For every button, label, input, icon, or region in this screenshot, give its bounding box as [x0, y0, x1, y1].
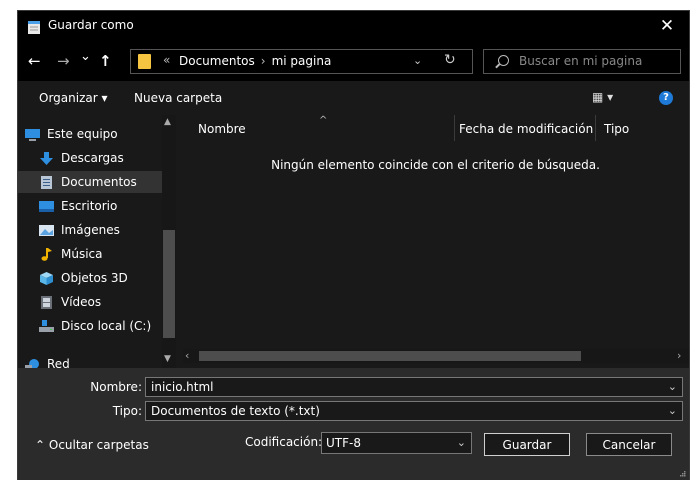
- pictures-icon: [39, 224, 54, 236]
- scrollbar-thumb[interactable]: [199, 351, 581, 361]
- help-icon: ?: [663, 92, 669, 103]
- save-as-dialog: Guardar como ✕ ← → ⌄ ↑ « Documentos › mi p…: [17, 10, 690, 480]
- videos-icon: [41, 295, 52, 309]
- search-input[interactable]: Buscar en mi pagina: [519, 54, 642, 68]
- chevron-down-icon: ⌄: [413, 54, 423, 67]
- scroll-up-icon[interactable]: ▲: [164, 117, 171, 127]
- navigation-pane-scrollbar[interactable]: ▲ ▼: [162, 115, 176, 368]
- encoding-value: UTF-8: [326, 436, 361, 450]
- file-list[interactable]: Nombre ^ Fecha de modificación Tipo Ning…: [182, 115, 689, 368]
- view-icon: ▦ ▾: [592, 90, 614, 104]
- back-button[interactable]: ←: [28, 52, 41, 70]
- computer-icon: [25, 128, 40, 141]
- address-dropdown-button[interactable]: ⌄: [413, 54, 422, 67]
- objects-3d-icon: [40, 271, 53, 285]
- navigation-bar: ← → ⌄ ↑ « Documentos › mi pagina ⌄ ↻ Busca…: [18, 41, 689, 81]
- column-divider[interactable]: [454, 115, 455, 141]
- chevron-down-icon[interactable]: ⌄: [668, 380, 677, 393]
- navigation-pane: Este equipo Descargas Documentos Escrito…: [18, 115, 178, 371]
- column-header-nombre[interactable]: Nombre: [198, 122, 246, 136]
- help-button[interactable]: ?: [659, 91, 673, 105]
- save-options-panel: Nombre: inicio.html ⌄ Tipo: Documentos d…: [18, 368, 689, 480]
- chevron-down-icon: ⌄: [80, 49, 91, 64]
- scrollbar-thumb[interactable]: [163, 230, 175, 338]
- sidebar-item-este-equipo[interactable]: Este equipo: [25, 123, 169, 145]
- refresh-button[interactable]: ↻: [444, 52, 456, 68]
- breadcrumb-overflow[interactable]: «: [163, 53, 170, 67]
- file-type-value: Documentos de texto (*.txt): [151, 404, 320, 418]
- filename-label: Nombre:: [90, 380, 142, 394]
- encoding-select[interactable]: UTF-8 ⌄: [321, 432, 472, 454]
- local-disk-icon: [39, 319, 54, 332]
- chevron-down-icon[interactable]: ⌄: [668, 404, 677, 417]
- notepad-icon: [28, 21, 40, 34]
- column-header-tipo[interactable]: Tipo: [604, 122, 629, 136]
- cancel-button[interactable]: Cancelar: [586, 433, 672, 456]
- close-button[interactable]: ✕: [645, 11, 689, 41]
- organize-button[interactable]: Organizar ▾: [39, 91, 108, 105]
- encoding-label: Codificación:: [245, 435, 323, 449]
- search-icon: [498, 55, 509, 66]
- desktop-icon: [39, 200, 54, 212]
- save-button[interactable]: Guardar: [484, 433, 570, 456]
- search-box[interactable]: Buscar en mi pagina: [483, 49, 681, 74]
- refresh-icon: ↻: [444, 52, 456, 68]
- up-arrow-icon: ↑: [99, 52, 112, 70]
- file-list-horizontal-scrollbar[interactable]: ‹ ›: [183, 349, 689, 363]
- close-icon: ✕: [659, 16, 675, 36]
- filename-field[interactable]: inicio.html ⌄: [145, 377, 683, 397]
- sidebar-item-documentos[interactable]: Documentos: [18, 171, 162, 193]
- forward-arrow-icon: →: [57, 52, 70, 70]
- window-title: Guardar como: [48, 18, 134, 32]
- command-bar: Organizar ▾ Nueva carpeta ▦ ▾ ?: [18, 86, 689, 112]
- scroll-down-icon[interactable]: ▼: [164, 354, 171, 364]
- back-arrow-icon: ←: [28, 52, 41, 70]
- address-bar[interactable]: « Documentos › mi pagina ⌄ ↻: [130, 49, 473, 74]
- title-bar[interactable]: Guardar como ✕: [18, 11, 689, 41]
- breadcrumb-item-mi-pagina[interactable]: mi pagina: [272, 54, 332, 68]
- documents-icon: [41, 175, 52, 189]
- music-icon: [41, 247, 52, 261]
- new-folder-button[interactable]: Nueva carpeta: [134, 91, 222, 105]
- breadcrumb-item-documentos[interactable]: Documentos: [179, 54, 255, 68]
- file-type-label: Tipo:: [112, 404, 142, 418]
- scroll-left-icon[interactable]: ‹: [185, 349, 189, 362]
- breadcrumb: Documentos › mi pagina: [179, 54, 331, 68]
- breadcrumb-separator[interactable]: ›: [261, 54, 266, 68]
- chevron-down-icon: ⌄: [456, 436, 466, 449]
- file-type-select[interactable]: Documentos de texto (*.txt) ⌄: [145, 401, 683, 421]
- empty-results-message: Ningún elemento coincide con el criterio…: [271, 158, 600, 172]
- recent-locations-button[interactable]: ⌄: [80, 49, 91, 64]
- column-header-fecha[interactable]: Fecha de modificación: [459, 122, 593, 136]
- save-as-window: Guardar como ✕ ← → ⌄ ↑ « Documentos › mi p…: [0, 0, 690, 494]
- scroll-right-icon[interactable]: ›: [677, 349, 681, 362]
- sort-ascending-icon: ^: [319, 115, 328, 126]
- change-view-button[interactable]: ▦ ▾: [592, 90, 613, 104]
- up-button[interactable]: ↑: [99, 52, 112, 70]
- column-divider[interactable]: [595, 115, 596, 141]
- folder-icon: [138, 54, 151, 69]
- resize-grip-icon[interactable]: [680, 471, 686, 477]
- forward-button[interactable]: →: [57, 52, 70, 70]
- hide-folders-button[interactable]: ⌃ Ocultar carpetas: [35, 438, 149, 452]
- filename-value[interactable]: inicio.html: [151, 380, 213, 394]
- downloads-icon: [40, 151, 53, 165]
